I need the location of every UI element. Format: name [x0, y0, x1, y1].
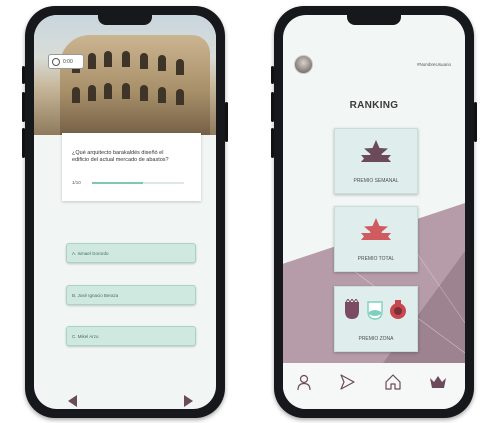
progress-text: 1/10 [72, 180, 81, 185]
clock-icon [52, 57, 60, 66]
volume-down-button [22, 128, 25, 158]
timer-text: 0:00 [63, 58, 73, 65]
progress-bar-fill [92, 182, 143, 184]
username: #NombreUsuario [416, 62, 451, 67]
power-button [225, 102, 228, 142]
prize-total-card[interactable]: PREMIO TOTAL [334, 206, 418, 272]
avatar[interactable] [294, 55, 313, 74]
notch [98, 15, 152, 25]
progress-bar [92, 182, 184, 184]
user-icon[interactable] [295, 373, 313, 391]
mute-button [271, 66, 274, 84]
volume-down-button [271, 128, 274, 158]
ranking-screen: #NombreUsuario RANKING PREMIO SEMANAL PR… [283, 15, 465, 409]
volume-up-button [271, 92, 274, 122]
question-text: ¿Qué arquitecto barakaldés diseñó el edi… [72, 150, 169, 163]
volume-up-button [22, 92, 25, 122]
crown-icon[interactable] [429, 373, 447, 391]
ranking-phone: #NombreUsuario RANKING PREMIO SEMANAL PR… [271, 6, 477, 418]
star-ribbon-icon [361, 140, 391, 162]
tab-bar [283, 363, 465, 409]
page-title: RANKING [349, 100, 399, 111]
prize-zone-label: PREMIO ZONA [358, 336, 394, 342]
answer-option-b[interactable]: B. José Ignacio Beraza [66, 285, 196, 305]
prize-total-label: PREMIO TOTAL [357, 256, 395, 262]
timer-badge: 0:00 [48, 54, 84, 69]
play-icon[interactable] [338, 373, 356, 391]
home-icon[interactable] [384, 373, 402, 391]
prize-zone-card[interactable]: PREMIO ZONA [334, 286, 418, 352]
star-ribbon-icon [361, 218, 391, 240]
answer-option-a[interactable]: A. Ismael Gorordo [66, 243, 196, 263]
prize-weekly-card[interactable]: PREMIO SEMANAL [334, 128, 418, 194]
chevron-right-icon[interactable] [184, 395, 193, 407]
question-card: ¿Qué arquitecto barakaldés diseñó el edi… [62, 133, 201, 201]
answer-option-c[interactable]: C. Mikel Arzu [66, 326, 196, 346]
chevron-left-icon[interactable] [68, 395, 77, 407]
building-photo [34, 15, 216, 135]
building [60, 35, 210, 135]
mute-button [22, 66, 25, 84]
prize-weekly-label: PREMIO SEMANAL [353, 178, 399, 184]
quiz-screen: 0:00 ¿Qué arquitecto barakaldés diseñó e… [34, 15, 216, 409]
notch [347, 15, 401, 25]
quiz-phone: 0:00 ¿Qué arquitecto barakaldés diseñó e… [22, 6, 228, 418]
zone-badges-icon [345, 299, 406, 320]
power-button [474, 102, 477, 142]
